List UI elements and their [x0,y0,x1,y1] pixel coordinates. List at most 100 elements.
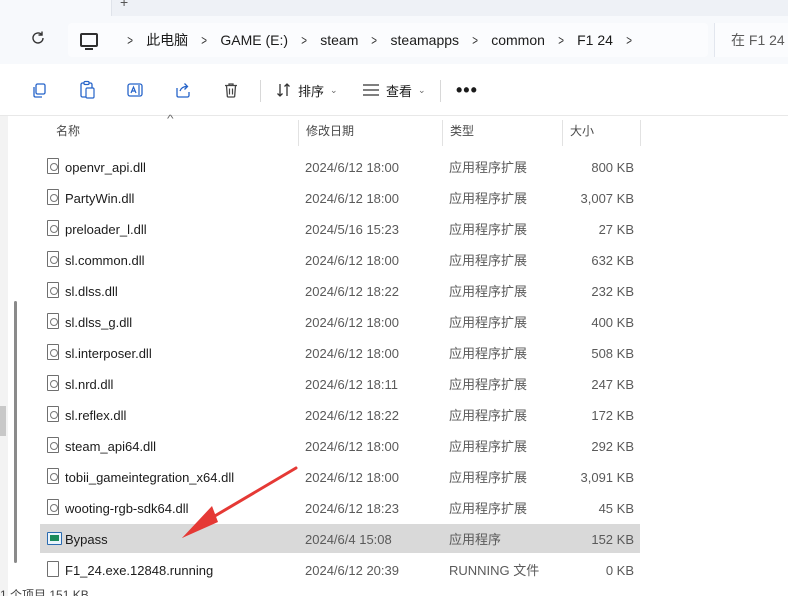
file-size: 400 KB [591,315,634,330]
file-row[interactable]: sl.common.dll 2024/6/12 18:00 应用程序扩展 632 KB [40,245,640,274]
file-row[interactable]: sl.dlss_g.dll 2024/6/12 18:00 应用程序扩展 400 KB [40,307,640,336]
breadcrumb-separator-icon[interactable]: > [626,32,632,48]
dll-file-icon [47,282,59,298]
dll-file-icon [47,158,59,174]
breadcrumb-item[interactable]: GAME (E:) [220,32,288,48]
share-button[interactable] [174,78,192,102]
breadcrumb: > 此电脑 > GAME (E:) > steam > steamapps > common > F1… [80,23,645,57]
scrollbar-track[interactable] [14,301,17,563]
file-date: 2024/5/16 15:23 [305,222,399,237]
search-input[interactable]: 在 F1 24 中搜索 [714,23,788,57]
file-row[interactable]: wooting-rgb-sdk64.dll 2024/6/12 18:23 应用程序… [40,493,640,522]
breadcrumb-separator-icon[interactable]: > [201,32,207,48]
breadcrumb-item[interactable]: steamapps [391,32,459,48]
breadcrumb-item[interactable]: steam [320,32,358,48]
computer-icon [80,33,98,50]
refresh-icon[interactable] [28,30,48,50]
breadcrumb-separator-icon[interactable]: > [301,32,307,48]
file-row[interactable]: tobii_gameintegration_x64.dll 2024/6/12 1… [40,462,640,491]
dll-file-icon [47,406,59,422]
column-date[interactable]: 修改日期 [298,116,442,146]
dll-file-icon [47,468,59,484]
file-size: 292 KB [591,439,634,454]
file-date: 2024/6/12 18:00 [305,160,399,175]
file-name: sl.nrd.dll [65,377,114,392]
file-date: 2024/6/12 18:22 [305,284,399,299]
file-row[interactable]: preloader_l.dll 2024/5/16 15:23 应用程序扩展 27 K… [40,214,640,243]
dll-file-icon [47,251,59,267]
file-row[interactable]: openvr_api.dll 2024/6/12 18:00 应用程序扩展 800 K… [40,152,640,181]
file-name: Bypass [65,532,108,547]
breadcrumb-item[interactable]: F1 24 [577,32,613,48]
file-size: 247 KB [591,377,634,392]
file-row[interactable]: Bypass 2024/6/4 15:08 应用程序 152 KB [40,524,640,553]
sort-icon [277,83,290,97]
file-date: 2024/6/12 18:00 [305,346,399,361]
scrollbar-thumb[interactable] [0,406,6,436]
address-bar[interactable]: > 此电脑 > GAME (E:) > steam > steamapps > common > F1… [68,23,708,57]
file-row[interactable]: sl.dlss.dll 2024/6/12 18:22 应用程序扩展 232 KB [40,276,640,305]
sort-label: 排序 [298,83,325,99]
dll-file-icon [47,189,59,205]
view-list-icon [363,84,379,96]
dll-file-icon [47,375,59,391]
tab-active[interactable] [0,0,112,16]
file-name: tobii_gameintegration_x64.dll [65,470,235,485]
file-size: 3,091 KB [580,470,635,485]
chevron-down-icon: ⌄ [418,84,426,95]
column-size[interactable]: 大小 [562,116,640,146]
delete-button[interactable] [222,78,240,102]
breadcrumb-separator-icon[interactable]: > [372,32,378,48]
toolbar-divider [440,80,441,102]
file-type: 应用程序扩展 [449,408,528,423]
column-name[interactable]: 名称 [48,116,298,146]
column-type-label: 类型 [450,124,475,138]
file-size: 45 KB [598,501,634,516]
file-date: 2024/6/12 18:00 [305,253,399,268]
dll-file-icon [47,344,59,360]
file-name: sl.dlss_g.dll [65,315,133,330]
file-name: sl.common.dll [65,253,145,268]
file-name: openvr_api.dll [65,160,146,175]
file-type: 应用程序扩展 [449,315,528,330]
breadcrumb-item[interactable]: 此电脑 [146,30,188,50]
file-size: 3,007 KB [580,191,635,206]
file-size: 232 KB [591,284,634,299]
breadcrumb-separator-icon[interactable]: > [558,32,564,48]
file-type: 应用程序扩展 [449,253,528,268]
new-tab-icon[interactable]: + [120,0,128,10]
breadcrumb-separator-icon[interactable]: > [472,32,478,48]
status-bar-text: 1 个项目 151 KB [0,588,89,596]
file-row[interactable]: steam_api64.dll 2024/6/12 18:00 应用程序扩展 292 … [40,431,640,460]
rename-button[interactable] [126,78,146,102]
file-name: sl.interposer.dll [65,346,152,361]
file-type: 应用程序扩展 [449,470,528,485]
chevron-down-icon: ⌄ [330,84,338,95]
paste-button[interactable] [78,78,96,102]
view-button[interactable]: 查看 ⌄ [362,78,426,102]
file-row[interactable]: sl.interposer.dll 2024/6/12 18:00 应用程序扩展 50… [40,338,640,367]
file-row[interactable]: PartyWin.dll 2024/6/12 18:00 应用程序扩展 3,007 K… [40,183,640,212]
breadcrumb-item[interactable]: common [491,32,545,48]
sort-button[interactable]: 排序 ⌄ [276,78,338,102]
copy-button[interactable] [30,78,48,102]
file-row[interactable]: sl.reflex.dll 2024/6/12 18:22 应用程序扩展 172 KB [40,400,640,429]
share-icon [176,83,190,98]
file-type: 应用程序扩展 [449,222,528,237]
navigation-scrollbar[interactable] [0,116,20,596]
file-date: 2024/6/12 18:00 [305,470,399,485]
file-name: wooting-rgb-sdk64.dll [65,501,189,516]
file-row[interactable]: F1_24.exe.12848.running 2024/6/12 20:39 RU… [40,555,640,584]
file-row[interactable]: sl.nrd.dll 2024/6/12 18:11 应用程序扩展 247 KB [40,369,640,398]
column-type[interactable]: 类型 [442,116,562,146]
column-divider[interactable] [640,120,641,146]
file-date: 2024/6/12 18:00 [305,439,399,454]
file-type: 应用程序扩展 [449,284,528,299]
blank-file-icon [47,561,59,577]
file-size: 508 KB [591,346,634,361]
more-options-button[interactable]: ••• [456,80,478,101]
file-type: RUNNING 文件 [449,563,540,578]
file-type: 应用程序扩展 [449,377,528,392]
file-size: 0 KB [605,563,634,578]
breadcrumb-separator-icon[interactable]: > [127,32,133,48]
